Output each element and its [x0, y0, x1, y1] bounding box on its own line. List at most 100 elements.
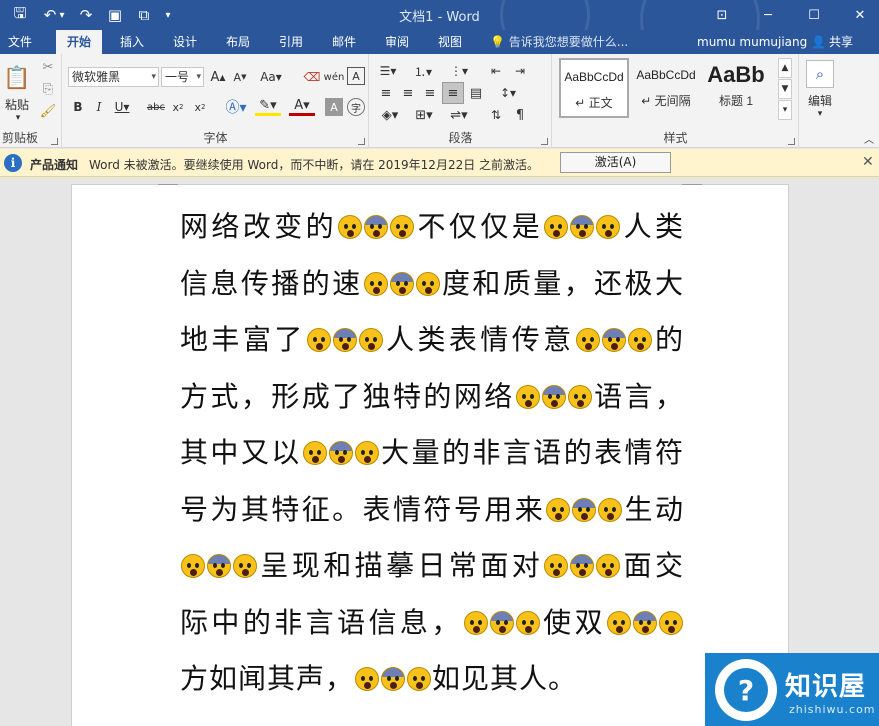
tab-layout[interactable]: 布局	[218, 30, 258, 54]
subscript-icon[interactable]: x2	[169, 98, 187, 116]
paste-icon[interactable]: 📋	[2, 60, 32, 96]
character-border-icon[interactable]: A	[347, 67, 365, 85]
align-center-icon[interactable]: ≡	[398, 84, 418, 102]
font-color-icon[interactable]: A▾	[289, 98, 315, 116]
superscript-icon[interactable]: x2	[191, 98, 209, 116]
fearful-face-emoji-icon	[338, 215, 363, 239]
emoji-group	[543, 210, 621, 243]
tab-file[interactable]: 文件	[0, 30, 40, 54]
close-button[interactable]: ✕	[837, 0, 879, 30]
title-bar: 🖫 ↶ ▾ ↷ ▣ ⧉ ▾ 文档1 - Word ⊡ ─ ☐ ✕	[0, 0, 879, 30]
style-no-spacing[interactable]: AaBbCcDd ↵ 无间隔	[631, 58, 701, 118]
cut-icon[interactable]: ✂	[38, 58, 58, 76]
clear-formatting-icon[interactable]: ⌫	[303, 68, 321, 86]
document-page[interactable]: 网络改变的 不仅仅是 人类信息传播的速 度和质量，还极大地丰富了 人类表情传意 的方式，形…	[71, 184, 789, 726]
multilevel-list-icon[interactable]: ⋮▾	[446, 62, 472, 80]
activate-button[interactable]: 激活(A)	[560, 152, 671, 173]
emoji-group	[606, 606, 684, 639]
editing-label[interactable]: 编辑	[800, 92, 840, 108]
strikethrough-icon[interactable]: abc	[145, 98, 167, 116]
highlight-icon[interactable]: ✎▾	[255, 98, 281, 116]
bullets-icon[interactable]: ☰▾	[376, 62, 400, 80]
align-left-icon[interactable]: ≡	[376, 84, 396, 102]
tab-view[interactable]: 视图	[430, 30, 470, 54]
minimize-button[interactable]: ─	[745, 0, 791, 30]
notification-label: 产品通知	[30, 158, 79, 172]
tab-review[interactable]: 审阅	[377, 30, 417, 54]
enclose-characters-icon[interactable]: 字	[347, 98, 365, 116]
copy-icon[interactable]: ⎘	[38, 80, 58, 98]
bold-icon[interactable]: B	[70, 98, 86, 116]
user-name[interactable]: mumu mumujiang	[697, 30, 807, 54]
format-painter-icon[interactable]: 🖌	[38, 102, 58, 120]
increase-indent-icon[interactable]: ⇥	[510, 62, 530, 80]
justify-icon[interactable]: ≡	[442, 82, 464, 104]
paste-label[interactable]: 粘贴	[0, 96, 34, 112]
style-heading-1[interactable]: AaBb 标题 1	[703, 58, 769, 118]
tab-home[interactable]: 开始	[56, 30, 102, 54]
borders-icon[interactable]: ⊞▾	[410, 106, 438, 124]
character-shading-icon[interactable]: A	[325, 98, 343, 116]
font-size-combo[interactable]: 一号 ▾	[161, 67, 204, 87]
tab-references[interactable]: 引用	[271, 30, 311, 54]
editing-dropdown-icon[interactable]: ▾	[810, 108, 830, 120]
decrease-indent-icon[interactable]: ⇤	[486, 62, 506, 80]
presentation-icon[interactable]: ▣	[103, 3, 127, 27]
styles-scroll-up-icon[interactable]: ▲	[778, 58, 792, 78]
crop-mark	[158, 184, 178, 185]
copy-format-icon[interactable]: ⧉	[132, 3, 156, 27]
phonetic-guide-icon[interactable]: wén	[324, 66, 345, 88]
collapse-ribbon-icon[interactable]: ︿	[862, 132, 876, 146]
text-effects-icon[interactable]: Ⓐ▾	[223, 98, 249, 116]
document-body-text[interactable]: 网络改变的 不仅仅是 人类信息传播的速 度和质量，还极大地丰富了 人类表情传意 的方式，形…	[180, 199, 684, 708]
tab-design[interactable]: 设计	[165, 30, 205, 54]
emoji-group	[575, 323, 653, 356]
scream-face-emoji-icon	[601, 328, 626, 352]
distributed-icon[interactable]: ▤	[466, 84, 486, 102]
font-launcher-icon[interactable]	[358, 138, 365, 145]
change-case-icon[interactable]: Aa▾	[257, 68, 285, 86]
shrink-font-icon[interactable]: A ▼	[231, 68, 249, 86]
paragraph-launcher-icon[interactable]	[541, 138, 548, 145]
customize-qat-icon[interactable]: ▾	[160, 3, 176, 27]
redo-icon[interactable]: ↷	[74, 3, 98, 27]
sort-icon[interactable]: ⇅	[486, 106, 506, 124]
watermark-url: zhishiwu.com	[789, 703, 876, 716]
style-preview: AaBbCcDd	[564, 70, 624, 84]
close-icon[interactable]: ✕	[862, 154, 874, 170]
styles-scroll-down-icon[interactable]: ▼	[778, 79, 792, 99]
line-spacing-icon[interactable]: ↕▾	[494, 84, 522, 102]
save-icon[interactable]: 🖫	[8, 3, 32, 27]
font-name-combo[interactable]: 微软雅黑 ▾	[68, 67, 159, 87]
style-normal[interactable]: AaBbCcDd ↵ 正文	[559, 58, 629, 118]
scream-face-emoji-icon	[572, 497, 597, 522]
share-button[interactable]: 👤 共享	[811, 30, 867, 54]
emoji-group	[180, 549, 258, 582]
hushed-face-emoji-icon	[415, 271, 440, 296]
editing-group: ⌕ 编辑 ▾	[800, 54, 844, 148]
underline-icon[interactable]: U▾	[111, 98, 133, 116]
styles-launcher-icon[interactable]	[788, 138, 795, 145]
align-right-icon[interactable]: ≡	[420, 84, 440, 102]
paste-dropdown-icon[interactable]: ▾	[8, 112, 28, 124]
fearful-face-emoji-icon	[546, 497, 571, 522]
tab-mailings[interactable]: 邮件	[324, 30, 364, 54]
watermark-logo: ?	[715, 659, 777, 721]
emoji-group	[337, 210, 415, 243]
tell-me-search[interactable]: 💡 告诉我您想要做什么...	[490, 30, 628, 54]
chinese-layout-icon[interactable]: ⇌▾	[446, 106, 472, 124]
grow-font-icon[interactable]: A ▲	[209, 68, 227, 86]
undo-dropdown-icon[interactable]: ▾	[55, 3, 69, 27]
numbering-icon[interactable]: ⒈▾	[410, 62, 436, 80]
hushed-face-emoji-icon	[390, 215, 415, 239]
hushed-face-emoji-icon	[233, 554, 257, 578]
styles-more-icon[interactable]: ▾	[778, 100, 792, 120]
show-hide-marks-icon[interactable]: ¶	[510, 106, 530, 124]
ribbon-display-options-icon[interactable]: ⊡	[699, 0, 745, 30]
maximize-button[interactable]: ☐	[791, 0, 837, 30]
find-icon[interactable]: ⌕	[806, 60, 834, 88]
tab-insert[interactable]: 插入	[112, 30, 152, 54]
shading-icon[interactable]: ◈▾	[376, 106, 404, 124]
italic-icon[interactable]: I	[91, 98, 107, 116]
clipboard-launcher-icon[interactable]	[51, 138, 58, 145]
